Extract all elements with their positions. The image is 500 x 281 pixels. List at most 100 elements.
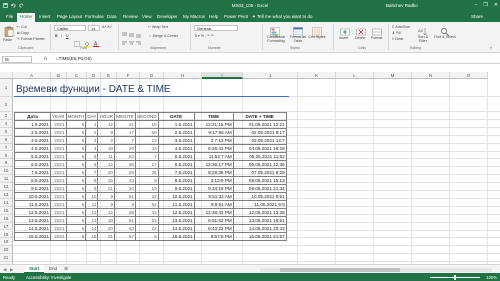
cell-time-fn[interactable]: 3:13:9 PM	[193, 176, 234, 185]
cell-date-fn[interactable]: 14.5.2021	[157, 224, 195, 233]
formula-input[interactable]: =TIME(E5,F5,G5)	[56, 56, 92, 61]
cell-second[interactable]: 52	[135, 216, 159, 225]
header-day[interactable]: DAY	[85, 112, 99, 121]
cell-second[interactable]: 9	[135, 176, 159, 185]
cell-time-fn[interactable]: 9:34:19 PM	[193, 184, 234, 193]
row-header-15[interactable]: 15	[0, 206, 13, 215]
cell-hour[interactable]: 18	[97, 216, 115, 225]
select-all-corner[interactable]	[0, 72, 13, 79]
cell-time-fn[interactable]: 12:21:15 PM	[193, 120, 234, 129]
cell-date[interactable]: 1.5.2021	[14, 120, 51, 129]
cell-date[interactable]: 12.5.2021	[14, 208, 51, 217]
tab-review[interactable]: Review	[120, 13, 141, 22]
cell-date[interactable]: 15.5.2021	[14, 232, 51, 241]
cell-minute[interactable]: 13	[114, 176, 136, 185]
cell-date-time[interactable]: 07.05.2021 8:29	[232, 168, 287, 177]
cell-second[interactable]: 36	[135, 168, 159, 177]
insert-cells-label[interactable]: Insert	[339, 36, 348, 40]
cell-day[interactable]: 3	[85, 136, 99, 145]
cell-date-fn[interactable]: 3.5.2021	[157, 136, 195, 145]
tab-view[interactable]: View	[139, 13, 155, 22]
cell-year[interactable]: 2021	[50, 176, 67, 185]
cell-day[interactable]: 9	[85, 184, 99, 193]
cell-date-fn[interactable]: 15.5.2021	[157, 232, 195, 241]
cell-year[interactable]: 2021	[50, 232, 67, 241]
cell-date[interactable]: 6.5.2021	[14, 160, 51, 169]
tab-power-pivot[interactable]: Power Pivot	[221, 13, 251, 22]
tab-insert[interactable]: Insert	[36, 13, 53, 22]
cell-date-fn[interactable]: 1.5.2021	[157, 120, 195, 129]
column-header-e[interactable]: E	[101, 72, 117, 79]
user-name[interactable]: Bahchev Radko	[386, 3, 418, 8]
cell-date-time[interactable]: 01.05.2021 12:21	[232, 120, 287, 129]
column-header-f[interactable]: F	[117, 72, 140, 79]
cell-time-fn[interactable]: 12:36:17 PM	[193, 160, 234, 169]
cell-day[interactable]: 14	[85, 224, 99, 233]
cell-year[interactable]: 2021	[50, 152, 67, 161]
autosum-button[interactable]: Σ AutoSum	[392, 25, 410, 29]
row-header-14[interactable]: 14	[0, 198, 13, 207]
cell-year[interactable]: 2021	[50, 168, 67, 177]
cell-second[interactable]: 32	[135, 192, 159, 201]
cell-hour[interactable]: 21	[97, 232, 115, 241]
cell-month[interactable]: 5	[65, 216, 87, 225]
find-select-icon[interactable]	[440, 24, 450, 42]
column-header-l[interactable]: L	[336, 72, 374, 79]
cell-minute[interactable]: 51	[114, 216, 136, 225]
cell-date[interactable]: 11.5.2021	[14, 200, 51, 209]
cell-date-time[interactable]: 12.05.2021 13:28	[232, 208, 287, 217]
cell-hour[interactable]: 20	[97, 224, 115, 233]
cell-date-time[interactable]: 03.05.2021 14:7	[232, 136, 287, 145]
tab-data[interactable]: Data	[104, 13, 120, 22]
cell-month[interactable]: 5	[65, 208, 87, 217]
row-header-20[interactable]: 20	[0, 246, 13, 255]
bold-button[interactable]: B	[55, 34, 58, 38]
cell-year[interactable]: 2021	[50, 216, 67, 225]
cell-hour[interactable]: 2	[97, 136, 115, 145]
tell-me-search[interactable]: ✦ Tell me what you want to do	[252, 13, 312, 21]
cell-second[interactable]: 19	[135, 184, 159, 193]
column-header-h[interactable]: H	[164, 72, 202, 79]
cell-minute[interactable]: 57	[114, 232, 136, 241]
cell-styles-label[interactable]: Cell Styles	[308, 35, 326, 39]
cell-year[interactable]: 2021	[50, 192, 67, 201]
column-header-i[interactable]: I	[202, 72, 243, 79]
cell-month[interactable]: 5	[65, 192, 87, 201]
column-header-b[interactable]: B	[51, 72, 67, 79]
cell-date-time[interactable]: 11.05.2021 9:9	[232, 200, 287, 209]
cell-hour[interactable]: 20	[97, 168, 115, 177]
cell-time-fn[interactable]: 11:52:7 AM	[193, 152, 234, 161]
column-header-n[interactable]: N	[412, 72, 450, 79]
font-size-select[interactable]: 14	[88, 25, 100, 31]
cell-month[interactable]: 5	[65, 136, 87, 145]
row-header-7[interactable]: 7	[0, 143, 13, 152]
cell-year[interactable]: 2021	[50, 160, 67, 169]
cell-month[interactable]: 5	[65, 224, 87, 233]
cell-date-time[interactable]: 10.05.2021 9:51	[232, 192, 287, 201]
format-painter-button[interactable]: ✎ Format Painter	[17, 37, 45, 41]
column-header-j[interactable]: J	[243, 72, 298, 79]
cell-year[interactable]: 2021	[50, 136, 67, 145]
row-header-21[interactable]: 21	[0, 254, 13, 263]
cell-second[interactable]: 5	[135, 232, 159, 241]
cell-time-fn[interactable]: 9:17:56 AM	[193, 128, 234, 137]
cell-second[interactable]: 51	[135, 200, 159, 209]
cell-time-fn[interactable]: 12:28:43 PM	[193, 208, 234, 217]
scrollbar-thumb[interactable]	[280, 268, 400, 272]
cell-minute[interactable]: 26	[114, 144, 136, 153]
cell-year[interactable]: 2021	[50, 144, 67, 153]
sheet-tab-end[interactable]: End	[44, 265, 62, 273]
cell-time-fn[interactable]: 9:57:5 PM	[193, 232, 234, 241]
column-header-c[interactable]: C	[67, 72, 87, 79]
name-box[interactable]: I5	[2, 56, 32, 63]
cell-time-fn[interactable]: 9:51:32 AM	[193, 192, 234, 201]
column-header-o[interactable]: O	[450, 72, 488, 79]
cell-minute[interactable]: 28	[114, 208, 136, 217]
cell-date-fn[interactable]: 9.5.2021	[157, 184, 195, 193]
cell-hour[interactable]: 9	[97, 128, 115, 137]
cell-date[interactable]: 13.5.2021	[14, 216, 51, 225]
header-time-fn[interactable]: TIME	[193, 112, 234, 121]
cell-date-fn[interactable]: 12.5.2021	[157, 208, 195, 217]
row-header-5[interactable]: 5	[0, 127, 13, 136]
cell-time-fn[interactable]: 6:26:43 PM	[193, 144, 234, 153]
